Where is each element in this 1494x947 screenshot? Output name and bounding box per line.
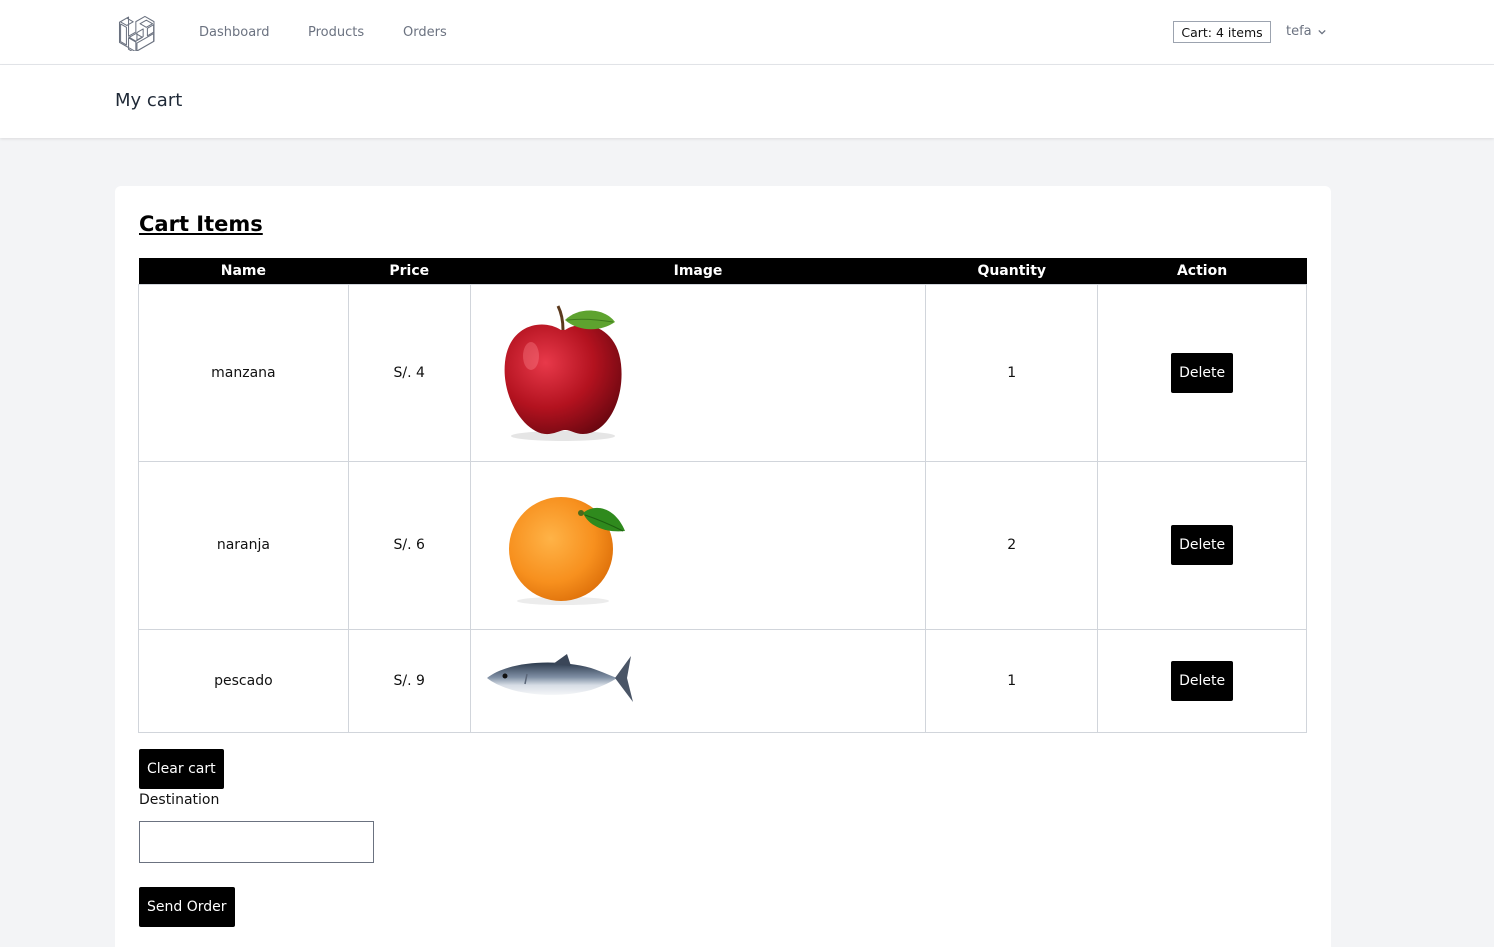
item-price: S/. 9 (347, 628, 471, 733)
page-header: My cart (0, 65, 1494, 138)
item-image-cell (469, 628, 927, 733)
user-menu[interactable]: tefa (1286, 24, 1326, 39)
table-header-row: Name Price Image Quantity Action (138, 258, 1307, 284)
item-name: pescado (138, 628, 349, 733)
item-price: S/. 6 (347, 460, 471, 630)
nav-link-orders[interactable]: Orders (403, 25, 447, 40)
delete-button[interactable]: Delete (1171, 352, 1234, 393)
delete-button[interactable]: Delete (1171, 525, 1234, 565)
destination-input[interactable] (139, 821, 374, 863)
item-name: manzana (138, 283, 349, 462)
cart-link[interactable]: Cart: 4 items (1173, 21, 1271, 43)
nav-link-products[interactable]: Products (308, 25, 364, 40)
top-nav: Dashboard Products Orders Cart: 4 items … (0, 0, 1494, 65)
item-quantity: 1 (925, 628, 1099, 733)
table-row: manzana S/. 4 1 Delete (138, 283, 1307, 462)
page-title: My cart (115, 90, 183, 111)
orange-image (508, 497, 625, 605)
send-order-button[interactable]: Send Order (139, 887, 235, 927)
item-quantity: 1 (925, 283, 1099, 462)
cart-table: Name Price Image Quantity Action manzana… (138, 258, 1307, 733)
cart-card: Cart Items Name Price Image Quantity Act… (115, 186, 1331, 947)
column-header-quantity: Quantity (925, 258, 1098, 284)
user-name: tefa (1286, 24, 1312, 39)
chevron-down-icon (1317, 29, 1326, 35)
item-name: naranja (138, 460, 349, 630)
item-action-cell: Delete (1097, 628, 1307, 733)
table-row: naranja S/. 6 2 Delete (138, 460, 1307, 630)
item-quantity: 2 (925, 460, 1099, 630)
fish-image (486, 653, 633, 702)
clear-cart-button[interactable]: Clear cart (139, 749, 224, 789)
column-header-action: Action (1097, 258, 1307, 284)
table-row: pescado S/. 9 1 Delete (138, 628, 1307, 733)
item-action-cell: Delete (1097, 283, 1307, 462)
laravel-logo-icon[interactable] (117, 13, 155, 51)
item-price: S/. 4 (347, 283, 471, 462)
column-header-price: Price (348, 258, 471, 284)
item-image-cell (469, 460, 927, 630)
cart-heading: Cart Items (139, 212, 263, 236)
column-header-name: Name (138, 258, 349, 284)
item-action-cell: Delete (1097, 460, 1307, 630)
nav-link-dashboard[interactable]: Dashboard (199, 25, 270, 40)
delete-button[interactable]: Delete (1171, 660, 1234, 701)
destination-label: Destination (139, 792, 220, 808)
column-header-image: Image (470, 258, 926, 284)
item-image-cell (469, 283, 927, 462)
apple-image (504, 304, 622, 441)
